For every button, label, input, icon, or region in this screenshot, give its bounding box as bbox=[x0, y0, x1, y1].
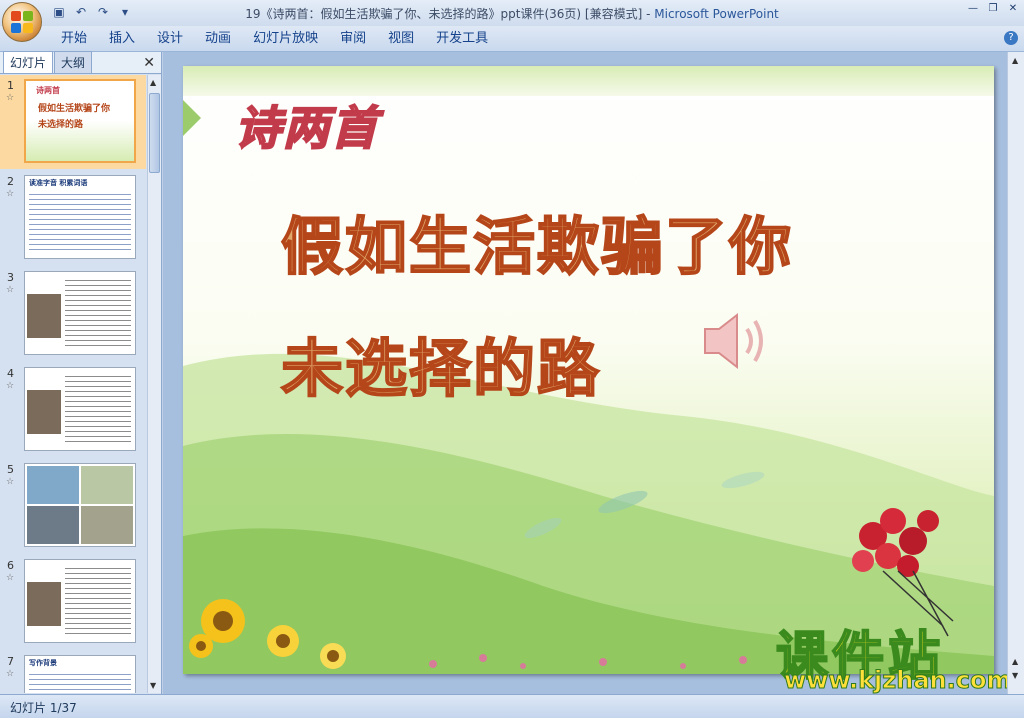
thumbnail-line-2: 未选择的路 bbox=[38, 120, 84, 130]
thumbnail-line-1: 假如生活欺骗了你 bbox=[38, 104, 111, 114]
slide-thumbnail-list: 1 ☆ 诗两首 假如生活欺骗了你 未选择的路 2 ☆ 读准字音 积累词语 3 ☆ 4 ☆ 5 ☆ 6 ☆ 7 ☆ 写… bbox=[0, 75, 146, 693]
thumbnail-number: 7 bbox=[7, 655, 14, 668]
window-title: 19《诗两首：假如生活欺骗了你、未选择的路》ppt课件(36页) [兼容模式] … bbox=[0, 5, 1024, 22]
status-bar: 幻灯片 1/37 bbox=[0, 694, 1024, 718]
tab-slides[interactable]: 幻灯片 bbox=[3, 51, 54, 73]
thumbnail-preview: 写作背景 bbox=[24, 655, 136, 693]
slide-thumbnail[interactable]: 6 ☆ bbox=[0, 555, 146, 649]
thumbnail-portrait bbox=[27, 390, 61, 434]
title-bar: ▣ ↶ ↷ ▾ 19《诗两首：假如生活欺骗了你、未选择的路》ppt课件(36页)… bbox=[0, 0, 1024, 26]
current-slide[interactable]: 诗两首 假如生活欺骗了你 未选择的路 bbox=[183, 66, 994, 674]
thumbnail-portrait bbox=[27, 294, 61, 338]
thumbnail-number: 6 bbox=[7, 559, 14, 572]
slide-heading: 诗两首 bbox=[234, 100, 379, 156]
minimize-icon[interactable]: — bbox=[966, 2, 980, 16]
animation-star-icon: ☆ bbox=[6, 669, 15, 679]
office-logo-icon bbox=[11, 11, 33, 33]
slide-counter: 幻灯片 1/37 bbox=[10, 701, 77, 715]
thumbnail-number: 2 bbox=[7, 175, 14, 188]
ribbon-tab[interactable]: 插入 bbox=[98, 30, 146, 48]
ribbon-tab[interactable]: 幻灯片放映 bbox=[242, 30, 329, 48]
ribbon-tab[interactable]: 开始 bbox=[50, 30, 98, 48]
title-separator: - bbox=[642, 7, 655, 21]
tab-outline[interactable]: 大纲 bbox=[54, 51, 93, 73]
thumbnail-text-lines bbox=[65, 372, 131, 446]
animation-star-icon: ☆ bbox=[6, 189, 15, 199]
thumbnail-preview bbox=[24, 271, 136, 355]
slide-thumbnail[interactable]: 1 ☆ 诗两首假如生活欺骗了你 未选择的路 bbox=[0, 75, 146, 169]
thumbnail-photo bbox=[27, 466, 79, 504]
animation-star-icon: ☆ bbox=[6, 381, 15, 391]
scroll-up-icon[interactable]: ▲ bbox=[150, 78, 156, 87]
thumbnail-title: 写作背景 bbox=[29, 659, 57, 667]
thumbnail-title: 诗两首 bbox=[36, 86, 60, 95]
app-name: Microsoft PowerPoint bbox=[654, 7, 779, 21]
thumbnail-text-lines bbox=[29, 670, 131, 693]
slides-panel: 幻灯片 大纲 ✕ 1 ☆ 诗两首 假如生活欺骗了你 未选择的路 2 ☆ 读准字音 积累词语 3 ☆… bbox=[0, 51, 162, 694]
slide-editor: 诗两首 假如生活欺骗了你 未选择的路 bbox=[163, 52, 1024, 694]
window-controls: — ❐ ✕ bbox=[966, 2, 1020, 16]
thumbnail-text-lines bbox=[65, 276, 131, 350]
ribbon-tab[interactable]: 审阅 bbox=[329, 30, 377, 48]
animation-star-icon: ☆ bbox=[6, 285, 15, 295]
thumbnail-preview bbox=[24, 463, 136, 547]
panel-tabs: 幻灯片 大纲 ✕ bbox=[0, 51, 161, 74]
slide-thumbnail[interactable]: 4 ☆ bbox=[0, 363, 146, 457]
thumbnail-scrollbar[interactable]: ▲ ▼ bbox=[147, 75, 161, 693]
close-panel-icon[interactable]: ✕ bbox=[143, 55, 155, 71]
thumbnail-preview bbox=[24, 559, 136, 643]
thumbnail-portrait bbox=[27, 582, 61, 626]
scrollbar-thumb[interactable] bbox=[149, 93, 160, 173]
scroll-down-icon[interactable]: ▼ bbox=[150, 681, 156, 690]
thumbnail-photo bbox=[81, 466, 133, 504]
document-title: 19《诗两首：假如生活欺骗了你、未选择的路》ppt课件(36页) [兼容模式] bbox=[245, 7, 643, 21]
slide-thumbnail[interactable]: 5 ☆ bbox=[0, 459, 146, 553]
ribbon-tab-bar: 开始 插入 设计 动画 幻灯片放映 审阅 视图 开发工具 ? bbox=[0, 26, 1024, 52]
thumbnail-number: 1 bbox=[7, 79, 14, 92]
editor-scroll-up-icon[interactable]: ▲ bbox=[1012, 56, 1018, 65]
animation-star-icon: ☆ bbox=[6, 573, 15, 583]
thumbnail-preview: 读准字音 积累词语 bbox=[24, 175, 136, 259]
thumbnail-text-lines bbox=[65, 564, 131, 638]
thumbnail-title: 读准字音 积累词语 bbox=[29, 179, 88, 187]
thumbnail-number: 4 bbox=[7, 367, 14, 380]
thumbnail-number: 5 bbox=[7, 463, 14, 476]
editor-scrollbar[interactable]: ▲ ▲ ▼ bbox=[1007, 52, 1024, 694]
thumbnail-text-lines bbox=[29, 190, 131, 254]
thumbnail-photo bbox=[27, 506, 79, 544]
watermark-url: www.kjzhan.com bbox=[783, 666, 1012, 695]
previous-slide-icon[interactable]: ▲ bbox=[1012, 657, 1018, 666]
animation-star-icon: ☆ bbox=[6, 93, 15, 103]
close-icon[interactable]: ✕ bbox=[1006, 2, 1020, 16]
thumbnail-preview: 诗两首假如生活欺骗了你 未选择的路 bbox=[24, 79, 136, 163]
slide-thumbnail[interactable]: 2 ☆ 读准字音 积累词语 bbox=[0, 171, 146, 265]
slide-thumbnail[interactable]: 7 ☆ 写作背景 bbox=[0, 651, 146, 693]
thumbnail-preview bbox=[24, 367, 136, 451]
slide-line-2: 未选择的路 bbox=[280, 331, 602, 406]
slide-thumbnail[interactable]: 3 ☆ bbox=[0, 267, 146, 361]
ribbon-tab[interactable]: 设计 bbox=[146, 30, 194, 48]
animation-star-icon: ☆ bbox=[6, 477, 15, 487]
slide-line-1: 假如生活欺骗了你 bbox=[280, 209, 794, 284]
help-icon[interactable]: ? bbox=[1004, 31, 1018, 45]
ribbon-tab[interactable]: 开发工具 bbox=[425, 30, 499, 48]
office-button[interactable] bbox=[2, 2, 42, 42]
ribbon-tab[interactable]: 视图 bbox=[377, 30, 425, 48]
next-slide-icon[interactable]: ▼ bbox=[1012, 671, 1018, 680]
ribbon-tab[interactable]: 动画 bbox=[194, 30, 242, 48]
thumbnail-photo bbox=[81, 506, 133, 544]
thumbnail-number: 3 bbox=[7, 271, 14, 284]
restore-icon[interactable]: ❐ bbox=[986, 2, 1000, 16]
